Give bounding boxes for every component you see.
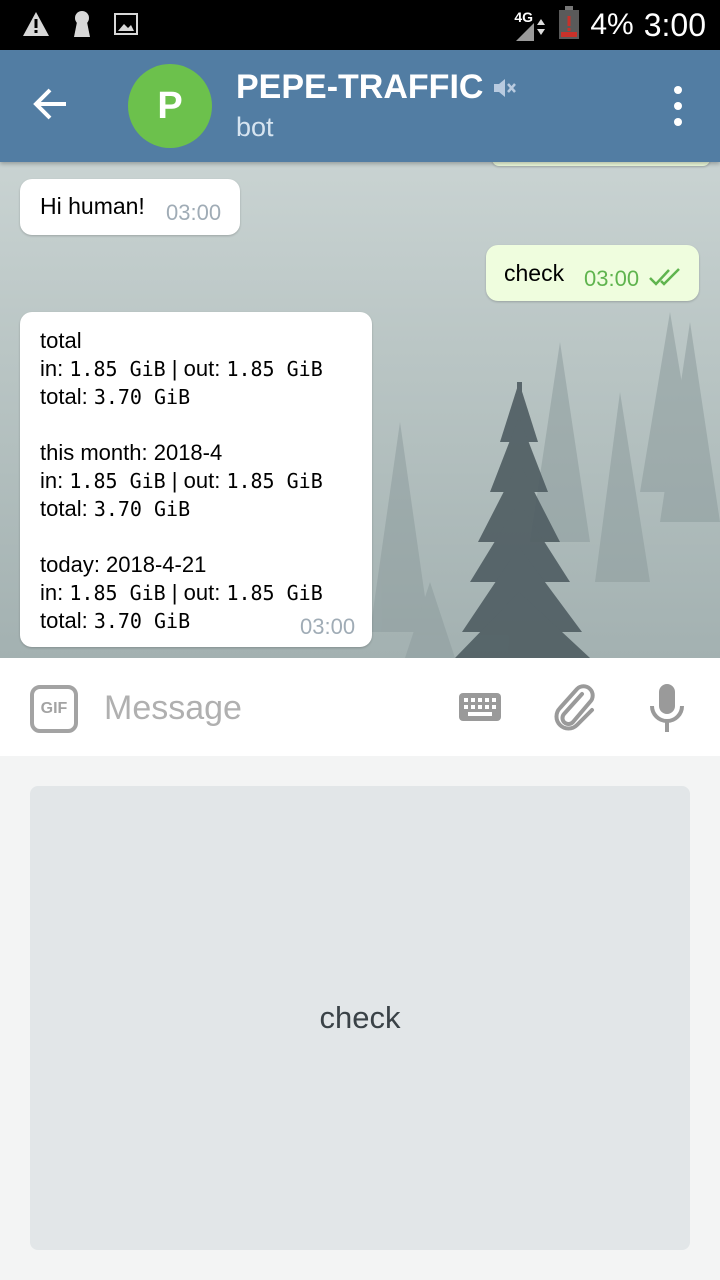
message-line: in: 1.85 GiB | out: 1.85 GiB [40,468,323,493]
message-text: check [504,260,565,286]
warning-icon [22,11,50,42]
message-input[interactable] [104,680,434,736]
muted-icon [494,78,517,97]
chat-subtitle: bot [236,112,274,142]
voice-record-button[interactable] [648,682,686,739]
keyhole-icon [72,10,92,43]
message-line: this month: 2018-4 [40,440,223,465]
message-time: 03:00 [584,266,640,291]
double-check-icon [649,268,680,286]
chat-title-text: PEPE-TRAFFIC [236,68,484,106]
message-line: total: 3.70 GiB [40,608,191,633]
status-bar: 4G 4% 3:00 [0,0,720,50]
chat-header: P PEPE-TRAFFIC bot [0,50,720,162]
message-time: 03:00 [166,200,222,225]
bot-command-button[interactable]: check [30,786,690,1250]
message-bubble-incoming[interactable]: Hi human! 03:00 [20,179,240,235]
bot-keyboard: check [0,756,720,1280]
message-bubble-outgoing[interactable]: check 03:00 [486,245,699,301]
keyboard-icon [459,693,501,721]
more-vert-icon [674,86,682,94]
message-time: 03:00 [300,614,356,639]
message-composer: GIF [0,658,720,756]
message-bubble-incoming[interactable]: total in: 1.85 GiB | out: 1.85 GiB total… [20,312,372,647]
message-line: total: 3.70 GiB [40,496,191,521]
chat-title[interactable]: PEPE-TRAFFIC [236,68,517,107]
message-line [40,411,323,439]
message-text: Hi human! [40,193,145,219]
more-options-button[interactable] [666,86,690,126]
message-line [40,523,323,551]
battery-percent: 4% [590,8,634,41]
keyboard-toggle-button[interactable] [458,691,502,728]
avatar[interactable]: P [128,64,212,148]
paperclip-icon [554,684,595,731]
message-bubble-partial [492,162,710,166]
battery-icon [558,5,580,45]
message-line: total: 3.70 GiB [40,384,191,409]
clock: 3:00 [643,6,706,43]
message-line: in: 1.85 GiB | out: 1.85 GiB [40,580,323,605]
gif-button[interactable]: GIF [30,685,78,733]
message-line: total [40,328,82,353]
message-line: today: 2018-4-21 [40,552,207,577]
microphone-icon [650,684,684,732]
chat-messages[interactable]: Hi human! 03:00 check 03:00 total in: 1.… [0,162,720,658]
arrow-left-icon [33,88,66,120]
signal-icon: 4G [514,7,548,43]
image-icon [114,13,138,40]
message-text: total in: 1.85 GiB | out: 1.85 GiB total… [40,327,323,635]
back-button[interactable] [30,84,80,128]
attach-button[interactable] [552,682,598,739]
message-line: in: 1.85 GiB | out: 1.85 GiB [40,356,323,381]
